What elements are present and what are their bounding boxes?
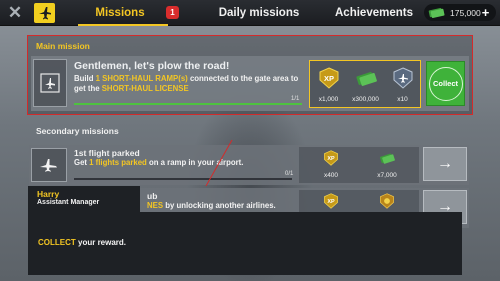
arrow-right-icon: →	[437, 155, 453, 172]
main-mission-title: Main mission	[36, 41, 90, 51]
tab-daily-missions[interactable]: Daily missions	[194, 0, 324, 26]
cash-stack-icon	[356, 71, 377, 86]
cash-balance: 175,000 +	[424, 4, 496, 21]
top-bar: ✕ Missions 1 Daily missions Achievements…	[0, 0, 500, 26]
close-icon[interactable]: ✕	[4, 2, 26, 24]
tab-achievements[interactable]: Achievements	[324, 0, 424, 26]
progress-fill	[74, 103, 302, 105]
missions-notification-badge: 1	[166, 6, 179, 19]
secondary-mission-progress-bar	[74, 178, 292, 180]
xp-icon: XP	[324, 193, 338, 209]
reward-xp: XP x1,000	[310, 63, 347, 107]
reward-xp: XP x400	[303, 147, 359, 183]
main-mission-heading: Gentlemen, let's plow the road!	[74, 60, 230, 72]
go-arrow-button[interactable]: →	[423, 147, 467, 181]
secondary-mission-description: NES by unlocking another airlines.	[147, 201, 276, 210]
reward-cash: x7,000	[359, 147, 415, 183]
secondary-mission-heading: 1st flight parked	[74, 148, 140, 158]
speaker-name: Harry	[37, 189, 60, 199]
secondary-mission-rewards: XP x400 x7,000	[299, 147, 419, 183]
active-tab-indicator	[78, 24, 168, 26]
svg-text:XP: XP	[327, 199, 335, 205]
tutorial-dialog[interactable]: COLLECT your reward.	[28, 212, 462, 275]
xp-icon: XP	[319, 67, 339, 89]
main-mission-card: Gentlemen, let's plow the road! Build 1 …	[31, 56, 469, 111]
airplane-token-icon	[393, 67, 413, 89]
main-mission-rewards: XP x1,000 x300,000 x10	[309, 60, 421, 108]
cash-stack-icon	[380, 153, 395, 164]
tutorial-message: COLLECT your reward.	[38, 238, 127, 247]
reward-cash: x300,000	[347, 63, 384, 107]
cash-amount: 175,000	[450, 7, 481, 18]
secondary-missions-title: Secondary missions	[36, 126, 119, 136]
flight-parked-icon	[31, 148, 67, 182]
airline-logo-icon	[34, 3, 55, 23]
secondary-mission-description: Get 1 flights parked on a ramp in your a…	[74, 158, 244, 167]
ramp-mission-icon	[33, 59, 67, 107]
speaker-nameplate: Harry Assistant Manager	[28, 186, 140, 212]
collect-button[interactable]: Collect	[426, 61, 465, 106]
svg-text:XP: XP	[327, 156, 335, 162]
main-mission-panel: Main mission Gentlemen, let's plow the r…	[27, 35, 473, 115]
main-mission-progress-bar	[74, 103, 302, 105]
gold-badge-icon	[380, 193, 394, 209]
secondary-mission-card: 1st flight parked Get 1 flights parked o…	[29, 145, 469, 185]
xp-icon: XP	[324, 150, 338, 166]
main-mission-description: Build 1 SHORT-HAUL RAMP(s) connected to …	[74, 74, 299, 93]
main-mission-progress-label: 1/1	[291, 96, 300, 102]
cash-icon	[428, 8, 445, 18]
secondary-mission-heading: ub	[147, 191, 158, 201]
tab-missions[interactable]: Missions	[60, 0, 180, 26]
secondary-mission-progress-label: 0/1	[285, 171, 294, 177]
reward-airplane-token: x10	[384, 63, 421, 107]
add-cash-button[interactable]: +	[478, 5, 493, 20]
speaker-role: Assistant Manager	[37, 199, 100, 206]
svg-text:XP: XP	[324, 74, 334, 83]
collect-label: Collect	[428, 66, 463, 101]
